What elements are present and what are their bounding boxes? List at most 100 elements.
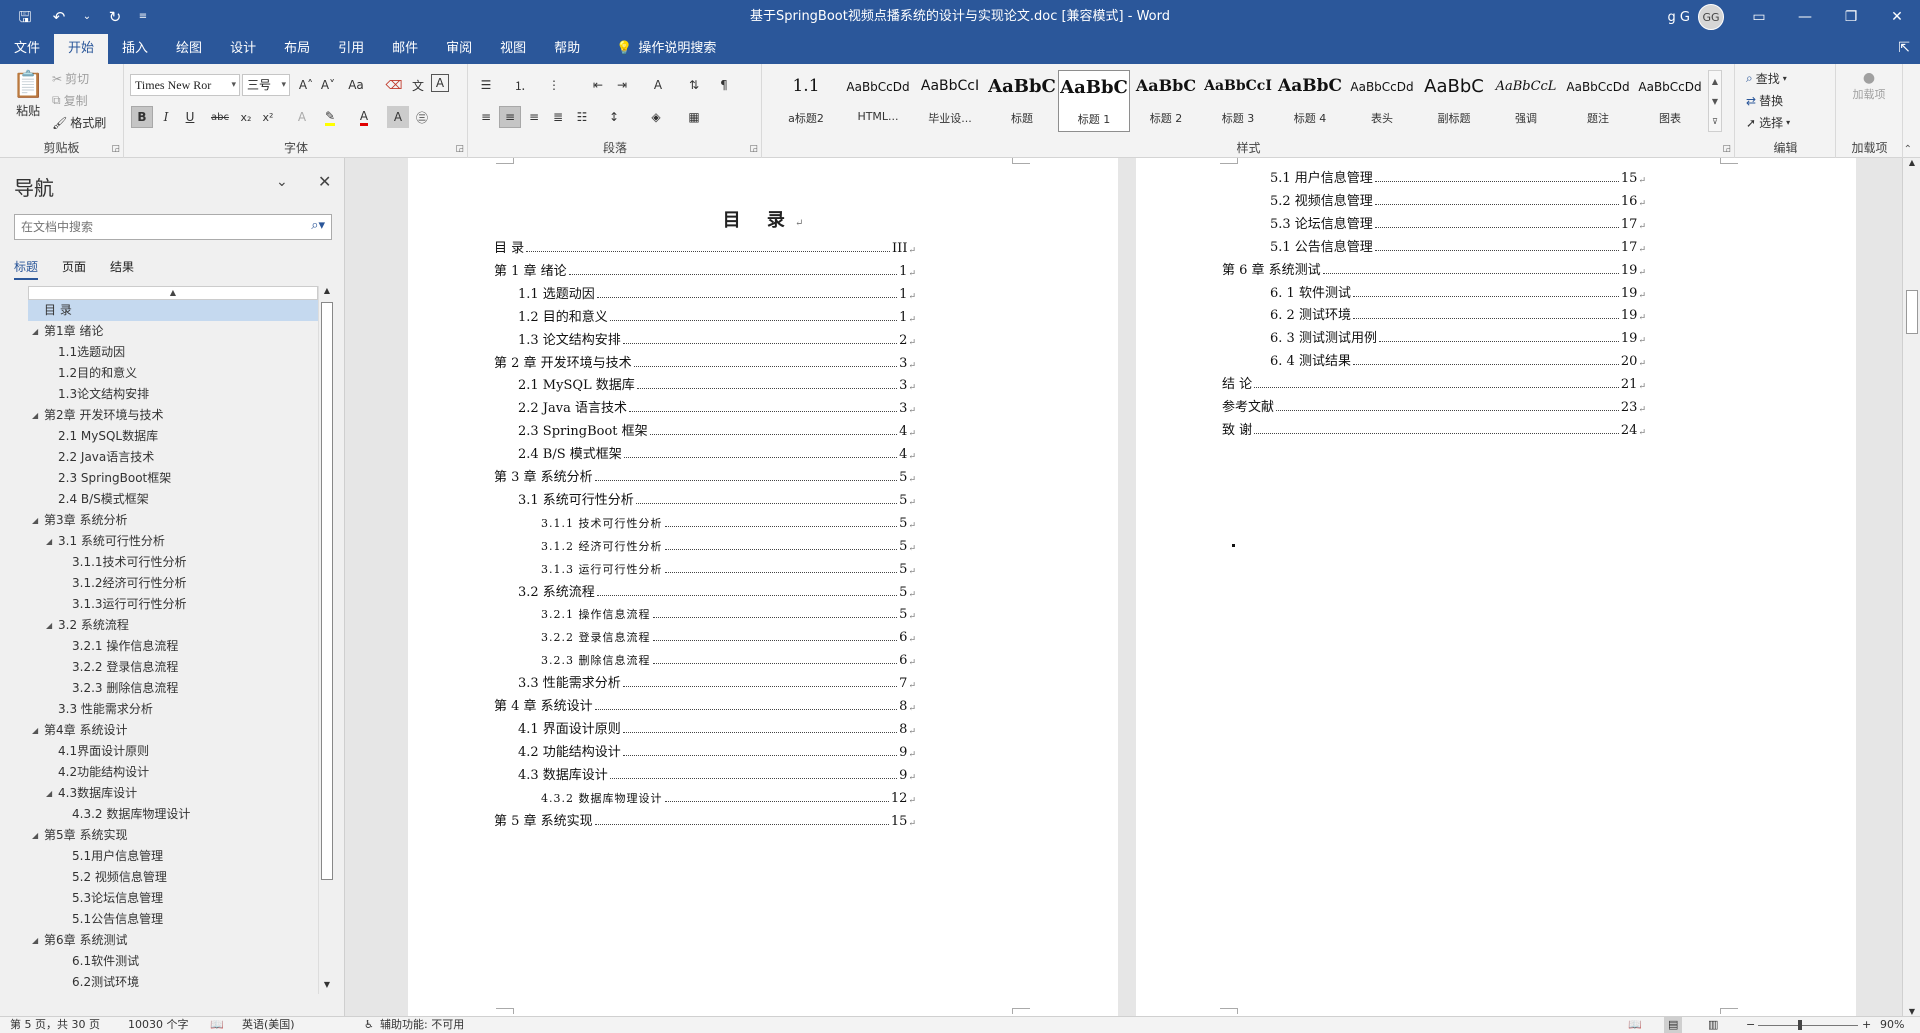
decrease-indent-icon[interactable]: ⇤: [587, 74, 609, 96]
nav-heading-item[interactable]: ◢ 第2章 开发环境与技术: [28, 405, 318, 426]
nav-heading-item[interactable]: ◢ 4.3数据库设计: [28, 783, 318, 804]
tab-design[interactable]: 设计: [216, 34, 270, 64]
tab-review[interactable]: 审阅: [432, 34, 486, 64]
toc-entry[interactable]: 6. 3 测试测试用例 19 ↵: [1270, 326, 1646, 346]
font-size-combo[interactable]: 三号 ▾: [242, 74, 290, 96]
nav-heading-item[interactable]: 3.2.2 登录信息流程: [28, 657, 318, 678]
nav-heading-item[interactable]: ◢ 第3章 系统分析: [28, 510, 318, 531]
toc-entry[interactable]: 3.2.1 操作信息流程 5 ↵: [541, 602, 916, 622]
justify-icon[interactable]: ≣: [547, 106, 569, 128]
zoom-slider-thumb[interactable]: [1798, 1020, 1802, 1030]
tab-headings[interactable]: 标题: [14, 258, 39, 280]
scroll-up-arrow-icon[interactable]: ▲: [1903, 158, 1920, 167]
find-button[interactable]: ⌕ 查找 ▾: [1746, 70, 1787, 87]
nav-scrollbar-thumb[interactable]: [321, 302, 333, 880]
minimize-icon[interactable]: —: [1782, 0, 1828, 34]
style-item-selected[interactable]: AaBbC 标题 1: [1058, 70, 1130, 132]
tab-results[interactable]: 结果: [110, 258, 134, 280]
dialog-launcher-icon[interactable]: ◲: [749, 144, 758, 154]
tab-file[interactable]: 文件: [0, 34, 54, 64]
toc-entry[interactable]: 5.3 论坛信息管理 17 ↵: [1270, 212, 1646, 232]
nav-heading-item[interactable]: 5.3论坛信息管理: [28, 888, 318, 909]
nav-heading-item[interactable]: 6.1软件测试: [28, 951, 318, 972]
superscript-button[interactable]: x²: [257, 106, 279, 128]
toc-entry[interactable]: 1.2 目的和意义 1 ↵: [518, 305, 916, 325]
toc-entry[interactable]: 2.3 SpringBoot 框架 4 ↵: [518, 419, 916, 439]
document-scrollbar[interactable]: ▲ ▼: [1902, 158, 1920, 1016]
toc-entry[interactable]: 4.3.2 数据库物理设计 12 ↵: [541, 786, 916, 806]
font-name-combo[interactable]: Times New Ror ▾: [130, 74, 240, 96]
search-input[interactable]: [15, 215, 295, 239]
document-page[interactable]: 5.1 用户信息管理 15 ↵ 5.2 视频信息管理 16 ↵ 5.3 论坛信息管理 17 ↵ 5…: [1136, 158, 1856, 1016]
print-layout-icon[interactable]: ▤: [1664, 1017, 1683, 1033]
document-area[interactable]: 目 录↵ 目 录 III ↵ 第 1 章 绪论 1 ↵ 1.1 选题动因 1 ↵ 1.2 目的和意…: [346, 158, 1902, 1016]
underline-button[interactable]: U: [179, 106, 201, 128]
more-styles-icon[interactable]: ⊽: [1712, 117, 1718, 126]
copy-button[interactable]: ⧉ 复制: [52, 92, 88, 109]
accessibility-status[interactable]: 辅助功能: 不可用: [380, 1017, 464, 1033]
toc-entry[interactable]: 3.2.2 登录信息流程 6 ↵: [541, 625, 916, 645]
chevron-up-icon[interactable]: ▲: [1712, 77, 1718, 86]
show-marks-icon[interactable]: ¶: [713, 74, 735, 96]
expand-triangle-icon[interactable]: ◢: [32, 405, 38, 426]
bold-button[interactable]: B: [131, 106, 153, 128]
nav-heading-item[interactable]: 3.2.3 删除信息流程: [28, 678, 318, 699]
zoom-in-icon[interactable]: +: [1862, 1017, 1871, 1033]
toc-entry[interactable]: 3.2.3 删除信息流程 6 ↵: [541, 648, 916, 668]
scroll-up-arrow-icon[interactable]: ▲: [319, 286, 335, 300]
close-icon[interactable]: ✕: [318, 172, 331, 191]
expand-triangle-icon[interactable]: ◢: [32, 510, 38, 531]
toc-entry[interactable]: 结 论 21 ↵: [1222, 372, 1646, 392]
chevron-down-icon[interactable]: ⌄: [276, 174, 288, 190]
shading-icon[interactable]: ◈: [645, 106, 667, 128]
nav-heading-item[interactable]: 3.1.3运行可行性分析: [28, 594, 318, 615]
toc-entry[interactable]: 4.2 功能结构设计 9 ↵: [518, 740, 916, 760]
toc-entry[interactable]: 参考文献 23 ↵: [1222, 395, 1646, 415]
chinese-layout-icon[interactable]: A: [647, 74, 669, 96]
multilevel-list-icon[interactable]: ⋮: [543, 74, 565, 96]
read-mode-icon[interactable]: 📖: [1628, 1017, 1642, 1033]
nav-heading-item[interactable]: 3.3 性能需求分析: [28, 699, 318, 720]
expand-triangle-icon[interactable]: ◢: [32, 321, 38, 342]
tell-me-search[interactable]: 💡 操作说明搜索: [594, 34, 730, 64]
toc-entry[interactable]: 2.4 B/S 模式框架 4 ↵: [518, 442, 916, 462]
language-indicator[interactable]: 英语(美国): [242, 1017, 295, 1033]
nav-search-box[interactable]: ⌕▾: [14, 214, 332, 240]
numbering-icon[interactable]: ⒈: [509, 74, 531, 96]
toc-entry[interactable]: 第 3 章 系统分析 5 ↵: [494, 465, 916, 485]
toc-entry[interactable]: 3.1.3 运行可行性分析 5 ↵: [541, 557, 916, 577]
scroll-down-arrow-icon[interactable]: ▼: [1903, 1007, 1920, 1016]
tab-draw[interactable]: 绘图: [162, 34, 216, 64]
zoom-level[interactable]: 90%: [1880, 1017, 1904, 1033]
nav-heading-item[interactable]: 5.1公告信息管理: [28, 909, 318, 930]
nav-heading-item[interactable]: 4.1界面设计原则: [28, 741, 318, 762]
toc-entry[interactable]: 第 2 章 开发环境与技术 3 ↵: [494, 351, 916, 371]
nav-heading-item[interactable]: 3.1.1技术可行性分析: [28, 552, 318, 573]
nav-heading-item[interactable]: 1.3论文结构安排: [28, 384, 318, 405]
nav-heading-item[interactable]: 3.1.2经济可行性分析: [28, 573, 318, 594]
nav-scrollbar[interactable]: ▲ ▼: [318, 286, 334, 994]
character-border-icon[interactable]: A: [431, 74, 449, 92]
style-item[interactable]: AaBbCcDd 表头: [1346, 70, 1418, 132]
toc-entry[interactable]: 4.1 界面设计原则 8 ↵: [518, 717, 916, 737]
tab-pages[interactable]: 页面: [62, 258, 86, 280]
line-spacing-icon[interactable]: ↕: [603, 106, 625, 128]
borders-icon[interactable]: ▦: [683, 106, 705, 128]
collapse-ribbon-icon[interactable]: ⌃: [1904, 144, 1912, 155]
style-item[interactable]: AaBbCcI 标题 3: [1202, 70, 1274, 132]
nav-heading-item[interactable]: 4.3.2 数据库物理设计: [28, 804, 318, 825]
toc-entry[interactable]: 第 5 章 系统实现 15 ↵: [494, 809, 916, 829]
chevron-down-icon[interactable]: ▼: [1712, 97, 1718, 106]
dialog-launcher-icon[interactable]: ◲: [1722, 144, 1731, 154]
style-item[interactable]: AaBbCcI 毕业设...: [914, 70, 986, 132]
expand-triangle-icon[interactable]: ◢: [32, 825, 38, 846]
nav-heading-item[interactable]: ◢ 第1章 绪论: [28, 321, 318, 342]
dialog-launcher-icon[interactable]: ◲: [111, 144, 120, 154]
tab-view[interactable]: 视图: [486, 34, 540, 64]
tab-help[interactable]: 帮助: [540, 34, 594, 64]
nav-heading-item[interactable]: 目 录: [28, 300, 318, 321]
expand-triangle-icon[interactable]: ◢: [46, 783, 52, 804]
distributed-icon[interactable]: ☷: [571, 106, 593, 128]
align-right-icon[interactable]: ≡: [523, 106, 545, 128]
enclose-characters-icon[interactable]: ㊂: [411, 106, 433, 128]
